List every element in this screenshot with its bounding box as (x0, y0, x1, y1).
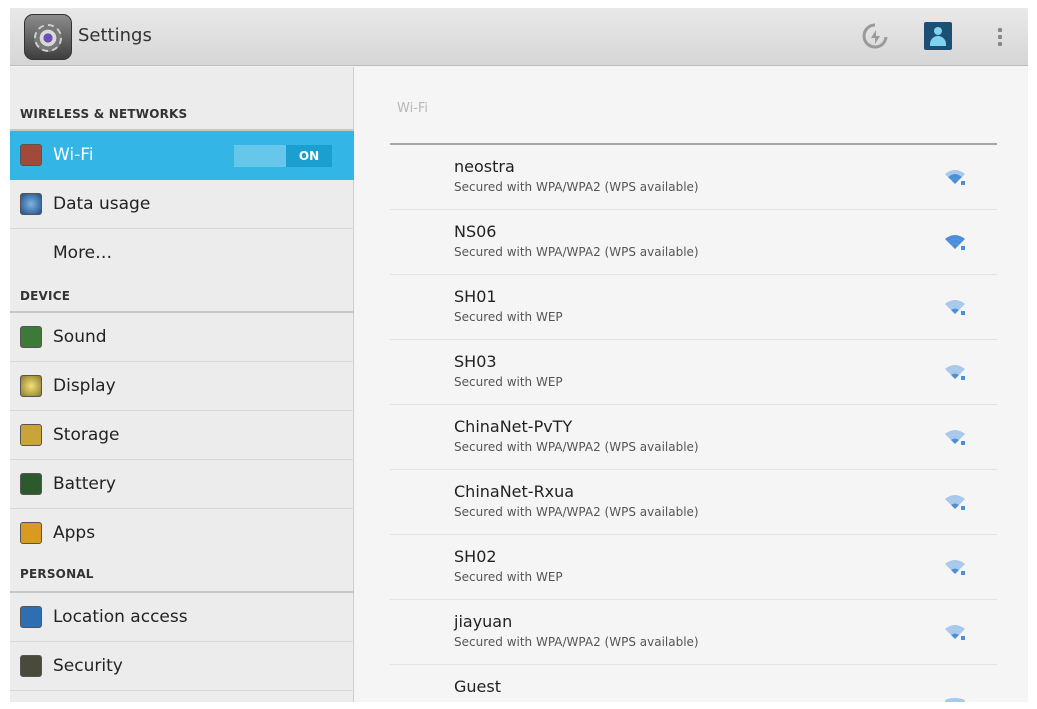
network-name: NS06 (454, 222, 497, 241)
account-icon[interactable] (924, 22, 952, 50)
sidebar-item-label: Display (53, 376, 116, 396)
wifi-signal-icon (945, 698, 965, 702)
sound-icon (20, 326, 42, 348)
detail-title: Wi-Fi (397, 101, 429, 116)
network-name: Guest (454, 677, 501, 696)
sidebar-item-display[interactable]: Display (10, 362, 354, 411)
network-security: Secured with WPA/WPA2 (WPS available) (454, 635, 699, 649)
sidebar-item-label: Data usage (53, 194, 151, 214)
action-bar: Settings (10, 8, 1028, 66)
settings-app-icon[interactable] (24, 14, 72, 60)
sidebar-item-label: Apps (53, 523, 96, 543)
wifi-signal-icon (945, 495, 965, 510)
network-name: ChinaNet-PvTY (454, 417, 573, 436)
sidebar-item-label: Wi-Fi (53, 145, 94, 165)
network-name: ChinaNet-Rxua (454, 482, 575, 501)
sidebar-item-more[interactable]: More… (10, 229, 354, 278)
section-header-device: DEVICE (20, 289, 71, 303)
network-security: Secured with WPA/WPA2 (WPS available) (454, 505, 699, 519)
sidebar-item-apps[interactable]: Apps (10, 509, 354, 558)
location-icon (20, 606, 42, 628)
wifi-detail-pane: Wi-Fi neostra Secured with WPA/WPA2 (WPS… (355, 67, 1028, 702)
sidebar-item-sound[interactable]: Sound (10, 313, 354, 362)
avatar-body (930, 36, 946, 46)
wifi-signal-icon (945, 170, 965, 185)
network-name: SH03 (454, 352, 497, 371)
network-name: neostra (454, 157, 515, 176)
sidebar-item-storage[interactable]: Storage (10, 411, 354, 460)
network-name: SH01 (454, 287, 497, 306)
network-security: Secured with WPA/WPA2 (WPS available) (454, 245, 699, 259)
network-security: Secured with WPA/WPA2 (WPS available) (454, 440, 699, 454)
sync-icon[interactable] (862, 22, 888, 52)
network-row-sh02[interactable]: SH02 Secured with WEP (390, 535, 997, 600)
network-security: Secured with WEP (454, 310, 563, 324)
sidebar-item-label: More… (53, 243, 113, 263)
network-security: Secured with WEP (454, 375, 563, 389)
toggle-knob: ON (286, 145, 332, 167)
overflow-menu-icon[interactable] (994, 26, 1006, 50)
data-usage-icon (20, 193, 42, 215)
wifi-signal-icon (945, 365, 965, 380)
network-security: Secured with WPA/WPA2 (WPS available) (454, 180, 699, 194)
network-row-sh01[interactable]: SH01 Secured with WEP (390, 275, 997, 340)
battery-icon (20, 473, 42, 495)
lock-icon (20, 655, 42, 677)
wifi-signal-icon (945, 560, 965, 575)
wifi-signal-icon (945, 235, 965, 250)
settings-sidebar: WIRELESS & NETWORKS Wi-Fi ON Data usage … (10, 67, 354, 702)
sidebar-item-location-access[interactable]: Location access (10, 593, 354, 642)
network-name: SH02 (454, 547, 497, 566)
storage-icon (20, 424, 42, 446)
sidebar-item-label: Battery (53, 474, 116, 494)
wifi-toggle[interactable]: ON (234, 145, 332, 167)
gear-icon (34, 24, 62, 52)
sidebar-item-label: Location access (53, 607, 188, 627)
network-security: Secured with WEP (454, 570, 563, 584)
section-header-wireless: WIRELESS & NETWORKS (20, 107, 188, 121)
wifi-signal-icon (945, 625, 965, 640)
sidebar-item-label: Sound (53, 327, 107, 347)
app-title: Settings (78, 25, 152, 46)
avatar-head (934, 27, 942, 35)
network-row-ns06[interactable]: NS06 Secured with WPA/WPA2 (WPS availabl… (390, 210, 997, 275)
sidebar-item-label: Storage (53, 425, 120, 445)
sidebar-item-label: Security (53, 656, 123, 676)
network-row-chinanet-pvty[interactable]: ChinaNet-PvTY Secured with WPA/WPA2 (WPS… (390, 405, 997, 470)
sidebar-item-data-usage[interactable]: Data usage (10, 180, 354, 229)
network-name: jiayuan (454, 612, 513, 631)
network-row-neostra[interactable]: neostra Secured with WPA/WPA2 (WPS avail… (390, 145, 997, 210)
apps-icon (20, 522, 42, 544)
settings-window: Settings WIRELESS & NETWORKS Wi-Fi ON Da… (10, 8, 1028, 702)
wifi-icon (20, 144, 42, 166)
network-row-sh03[interactable]: SH03 Secured with WEP (390, 340, 997, 405)
wifi-signal-icon (945, 300, 965, 315)
sidebar-item-security[interactable]: Security (10, 642, 354, 691)
section-header-personal: PERSONAL (20, 567, 94, 581)
sidebar-item-wifi[interactable]: Wi-Fi ON (10, 131, 354, 180)
network-row-chinanet-rxua[interactable]: ChinaNet-Rxua Secured with WPA/WPA2 (WPS… (390, 470, 997, 535)
sidebar-item-battery[interactable]: Battery (10, 460, 354, 509)
wifi-signal-icon (945, 430, 965, 445)
network-row-guest[interactable]: Guest (390, 665, 997, 702)
display-icon (20, 375, 42, 397)
network-row-jiayuan[interactable]: jiayuan Secured with WPA/WPA2 (WPS avail… (390, 600, 997, 665)
